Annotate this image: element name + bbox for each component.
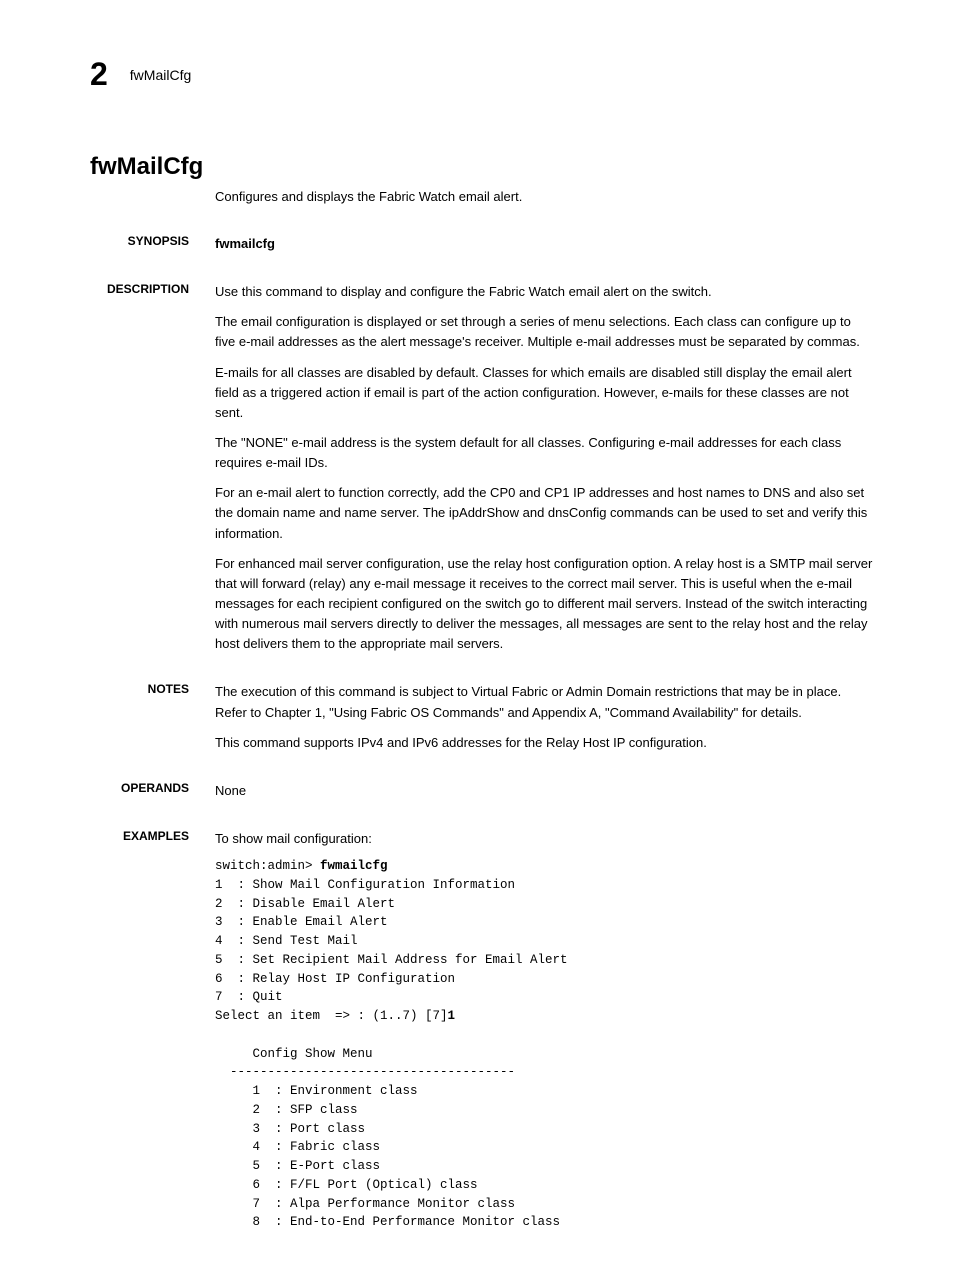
synopsis-command: fwmailcfg [215, 236, 275, 251]
description-paragraph: Use this command to display and configur… [215, 282, 874, 302]
operands-label: OPERANDS [90, 781, 215, 811]
chapter-number: 2 [90, 56, 108, 93]
example-code-block: switch:admin> fwmailcfg 1 : Show Mail Co… [215, 857, 874, 1232]
running-header-title: fwMailCfg [130, 67, 191, 83]
notes-label: NOTES [90, 682, 215, 762]
description-label: DESCRIPTION [90, 282, 215, 664]
code-submenu: 1 : Environment class 2 : SFP class 3 : … [215, 1084, 560, 1229]
section-synopsis: SYNOPSIS fwmailcfg [90, 234, 874, 264]
description-paragraph: The email configuration is displayed or … [215, 312, 874, 352]
examples-label: EXAMPLES [90, 829, 215, 853]
examples-body: To show mail configuration: [215, 829, 874, 853]
notes-paragraph: The execution of this command is subject… [215, 682, 874, 722]
section-notes: NOTES The execution of this command is s… [90, 682, 874, 762]
synopsis-body: fwmailcfg [215, 234, 874, 264]
examples-paragraph: To show mail configuration: [215, 829, 874, 849]
code-command: fwmailcfg [320, 859, 388, 873]
description-paragraph: E-mails for all classes are disabled by … [215, 363, 874, 423]
description-paragraph: For enhanced mail server configuration, … [215, 554, 874, 655]
code-prompt: switch:admin> [215, 859, 320, 873]
operands-body: None [215, 781, 874, 811]
description-paragraph: For an e-mail alert to function correctl… [215, 483, 874, 543]
section-description: DESCRIPTION Use this command to display … [90, 282, 874, 664]
operands-paragraph: None [215, 781, 874, 801]
section-operands: OPERANDS None [90, 781, 874, 811]
code-submenu-title: Config Show Menu [215, 1047, 373, 1061]
code-selection: 1 [448, 1009, 456, 1023]
code-divider: -------------------------------------- [215, 1065, 515, 1079]
notes-paragraph: This command supports IPv4 and IPv6 addr… [215, 733, 874, 753]
code-menu: 1 : Show Mail Configuration Information … [215, 878, 568, 1023]
description-body: Use this command to display and configur… [215, 282, 874, 664]
description-paragraph: The "NONE" e-mail address is the system … [215, 433, 874, 473]
notes-body: The execution of this command is subject… [215, 682, 874, 762]
running-header: 2 fwMailCfg [90, 56, 874, 93]
page-title: fwMailCfg [90, 153, 874, 181]
section-examples: EXAMPLES To show mail configuration: [90, 829, 874, 853]
synopsis-label: SYNOPSIS [90, 234, 215, 264]
page-subtitle: Configures and displays the Fabric Watch… [215, 189, 874, 204]
